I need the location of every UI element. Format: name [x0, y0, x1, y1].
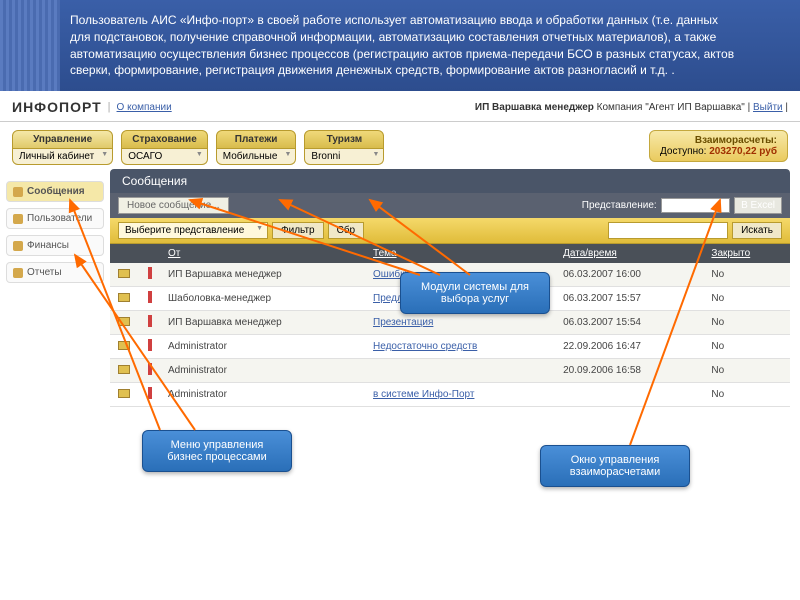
sub-payments[interactable]: Мобильные — [216, 149, 297, 165]
flag-icon — [148, 339, 152, 351]
table-row[interactable]: ИП Варшавка менеджерПрезентация06.03.200… — [110, 311, 790, 335]
topbar: ИНФОПОРТ | О компании ИП Варшавка менедж… — [0, 91, 800, 122]
col-from[interactable]: От — [160, 244, 365, 263]
about-link[interactable]: О компании — [117, 102, 172, 113]
cell-datetime: 22.09.2006 16:47 — [555, 335, 703, 359]
col-flag[interactable] — [138, 244, 160, 263]
filter-button[interactable]: Фильтр — [272, 222, 324, 239]
col-closed[interactable]: Закрыто — [703, 244, 790, 263]
mail-icon — [118, 365, 130, 374]
reports-icon — [13, 268, 23, 278]
cell-subject: Недостаточно средств — [365, 335, 555, 359]
tab-payments[interactable]: Платежи — [216, 130, 297, 149]
cell-from: Administrator — [160, 335, 365, 359]
section-title: Сообщения — [110, 169, 790, 193]
sidebar: Сообщения Пользователи Финансы Отчеты — [0, 169, 110, 417]
callout-menu: Меню управления бизнес процессами — [142, 430, 292, 472]
cell-datetime: 06.03.2007 15:57 — [555, 287, 703, 311]
flag-icon — [148, 363, 152, 375]
col-icon[interactable] — [110, 244, 138, 263]
cell-from: Шаболовка-менеджер — [160, 287, 365, 311]
mail-icon — [118, 293, 130, 302]
mail-icon — [118, 269, 130, 278]
view-select[interactable]: Входящие — [661, 198, 730, 213]
flag-icon — [148, 267, 152, 279]
cell-datetime: 20.09.2006 16:58 — [555, 359, 703, 383]
search-input[interactable] — [608, 222, 728, 239]
mail-icon — [118, 317, 130, 326]
cell-subject — [365, 359, 555, 383]
balance-title: Взаиморасчеты: — [660, 135, 777, 146]
filter-select[interactable]: Выберите представление — [118, 222, 268, 239]
logout-link[interactable]: Выйти — [753, 102, 783, 113]
description-banner: Пользователь АИС «Инфо-порт» в своей раб… — [0, 0, 800, 91]
cell-closed: No — [703, 287, 790, 311]
balance-value: 203270,22 руб — [709, 146, 777, 157]
toolbar-primary: Новое сообщение... Представление: Входящ… — [110, 193, 790, 218]
userinfo: ИП Варшавка менеджер Компания "Агент ИП … — [475, 102, 788, 113]
cell-closed: No — [703, 335, 790, 359]
cell-from: Administrator — [160, 383, 365, 407]
flag-icon — [148, 291, 152, 303]
finance-icon — [13, 241, 23, 251]
description-text: Пользователь АИС «Инфо-порт» в своей раб… — [70, 13, 734, 77]
sidebar-item-users[interactable]: Пользователи — [6, 208, 104, 229]
col-subject[interactable]: Тема — [365, 244, 555, 263]
table-row[interactable]: Administratorв системе Инфо-Порт No — [110, 383, 790, 407]
reset-button[interactable]: Сбр — [328, 222, 365, 239]
search-button[interactable]: Искать — [732, 222, 782, 239]
tabs-row: Управление Личный кабинет Страхование ОС… — [0, 122, 800, 165]
logo: ИНФОПОРТ — [12, 99, 102, 115]
cell-from: ИП Варшавка менеджер — [160, 263, 365, 287]
cell-closed: No — [703, 383, 790, 407]
callout-balance: Окно управления взаиморасчетами — [540, 445, 690, 487]
tab-insurance[interactable]: Страхование — [121, 130, 208, 149]
balance-box[interactable]: Взаиморасчеты: Доступно: 203270,22 руб — [649, 130, 788, 162]
toolbar-filter: Выберите представление Фильтр Сбр Искать — [110, 218, 790, 244]
sub-management[interactable]: Личный кабинет — [12, 149, 113, 165]
cell-from: Administrator — [160, 359, 365, 383]
callout-modules: Модули системы для выбора услуг — [400, 272, 550, 314]
flag-icon — [148, 315, 152, 327]
messages-table: От Тема Дата/время Закрыто ИП Варшавка м… — [110, 244, 790, 407]
sub-tourism[interactable]: Bronni — [304, 149, 384, 165]
sidebar-item-reports[interactable]: Отчеты — [6, 262, 104, 283]
cell-subject: Презентация — [365, 311, 555, 335]
messages-icon — [13, 187, 23, 197]
table-row[interactable]: AdministratorНедостаточно средств22.09.2… — [110, 335, 790, 359]
cell-closed: No — [703, 359, 790, 383]
export-excel-button[interactable]: В Excel — [734, 197, 782, 214]
users-icon — [13, 214, 23, 224]
cell-subject: в системе Инфо-Порт — [365, 383, 555, 407]
sub-insurance[interactable]: ОСАГО — [121, 149, 208, 165]
col-datetime[interactable]: Дата/время — [555, 244, 703, 263]
tab-management[interactable]: Управление — [12, 130, 113, 149]
sidebar-item-messages[interactable]: Сообщения — [6, 181, 104, 202]
cell-datetime: 06.03.2007 16:00 — [555, 263, 703, 287]
cell-closed: No — [703, 311, 790, 335]
cell-closed: No — [703, 263, 790, 287]
table-row[interactable]: Administrator 20.09.2006 16:58No — [110, 359, 790, 383]
sidebar-item-finance[interactable]: Финансы — [6, 235, 104, 256]
cell-from: ИП Варшавка менеджер — [160, 311, 365, 335]
mail-icon — [118, 341, 130, 350]
flag-icon — [148, 387, 152, 399]
cell-datetime: 06.03.2007 15:54 — [555, 311, 703, 335]
tab-tourism[interactable]: Туризм — [304, 130, 384, 149]
cell-datetime — [555, 383, 703, 407]
mail-icon — [118, 389, 130, 398]
new-message-button[interactable]: Новое сообщение... — [118, 197, 229, 214]
